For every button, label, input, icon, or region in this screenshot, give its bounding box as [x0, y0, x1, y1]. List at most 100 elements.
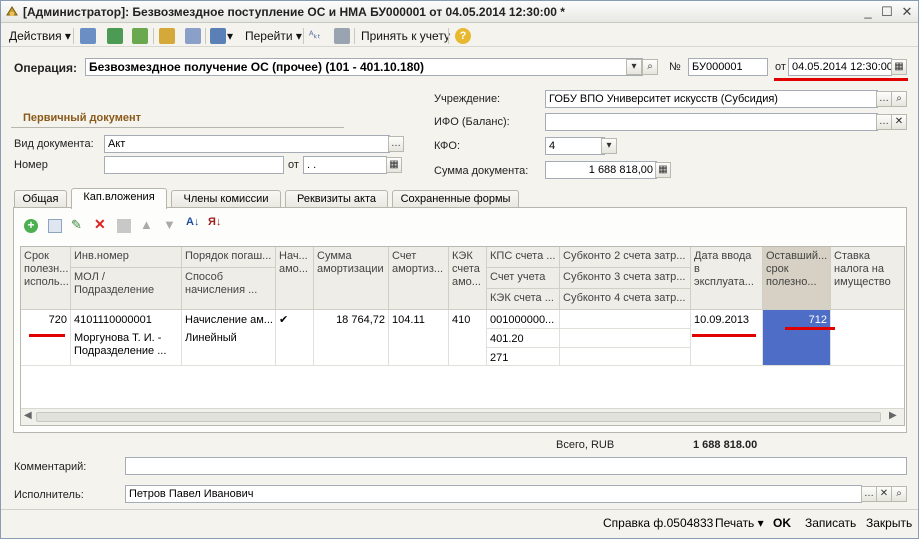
tab-saved-forms[interactable]: Сохраненные формы [392, 190, 519, 208]
col-amort-account[interactable]: Счет амортиз... [389, 247, 449, 310]
operation-dropdown-icon[interactable]: ▾ [626, 59, 642, 75]
tab-commission-members[interactable]: Члены комиссии [171, 190, 281, 208]
copy-row-icon[interactable] [48, 219, 62, 233]
scroll-left-icon[interactable]: ◀ [24, 410, 32, 421]
cell-accrue-checkmark[interactable]: ✔ [276, 310, 314, 366]
institution-select-icon[interactable]: … [876, 91, 892, 107]
doc-type-select-icon[interactable]: … [388, 136, 404, 152]
sort-desc-icon[interactable]: Я↓ [208, 216, 221, 228]
horizontal-scrollbar[interactable]: ◀ ▶ [21, 408, 904, 425]
cell-kek[interactable]: 271 [487, 348, 560, 366]
scroll-right-icon[interactable]: ▶ [889, 410, 897, 421]
refresh-icon[interactable] [107, 28, 123, 44]
actions-menu[interactable]: Действия ▾ [9, 27, 71, 45]
doc-date-field[interactable]: . . [303, 156, 387, 174]
sort-asc-icon[interactable]: A↓ [186, 216, 199, 228]
number-field[interactable]: БУ000001 [688, 58, 768, 76]
cell-amort-account[interactable]: 104.11 [389, 310, 449, 366]
cell-subconto-2[interactable] [560, 310, 691, 329]
ifo-clear-icon[interactable]: ✕ [891, 114, 907, 130]
executor-clear-icon[interactable]: ✕ [876, 486, 892, 502]
col-kps[interactable]: КПС счета ... [487, 247, 560, 268]
institution-field[interactable]: ГОБУ ВПО Университет искусств (Субсидия) [545, 90, 878, 108]
ifo-select-icon[interactable]: … [876, 114, 892, 130]
help-icon[interactable]: ? [455, 28, 471, 44]
cell-useful-life[interactable]: 720 [21, 310, 71, 366]
calendar-icon[interactable]: ▦ [891, 59, 907, 75]
post-icon[interactable] [159, 28, 175, 44]
cell-commission-date[interactable]: 10.09.2013 [691, 310, 763, 366]
cell-remaining-life[interactable]: 712 [763, 310, 831, 366]
help-form-button[interactable]: Справка ф.0504833 [603, 513, 713, 533]
cell-kps[interactable]: 001000000... [487, 310, 560, 329]
institution-search-icon[interactable]: ⌕ [891, 91, 907, 107]
executor-search-icon[interactable]: ⌕ [891, 486, 907, 502]
col-order[interactable]: Порядок погаш... [182, 247, 276, 268]
print-button[interactable]: Печать ▾ [715, 513, 764, 533]
goto-menu[interactable]: Перейти ▾ [245, 27, 302, 45]
accept-button[interactable]: Принять к учету [361, 27, 450, 45]
col-mol[interactable]: МОЛ / Подразделение [71, 268, 182, 310]
executor-field[interactable]: Петров Павел Иванович [125, 485, 862, 503]
minimize-button[interactable]: _ [859, 4, 877, 20]
report-icon[interactable] [334, 28, 350, 44]
col-remaining-life[interactable]: Оставший... срок полезно... [763, 247, 831, 310]
ifo-field[interactable] [545, 113, 878, 131]
doc-calendar-icon[interactable]: ▦ [386, 157, 402, 173]
col-kek[interactable]: КЭК счета ... [487, 289, 560, 310]
cell-subconto-3[interactable] [560, 329, 691, 348]
comment-label: Комментарий: [14, 461, 87, 473]
kfo-field[interactable]: 4 [545, 137, 605, 155]
save-button[interactable]: Записать [805, 513, 856, 533]
operation-field[interactable]: Безвозмездное получение ОС (прочее) (101… [85, 58, 643, 76]
executor-select-icon[interactable]: … [861, 486, 877, 502]
col-method[interactable]: Способ начисления ... [182, 268, 276, 310]
cell-property-tax[interactable] [831, 310, 904, 366]
delete-row-icon[interactable]: ✕ [94, 216, 106, 233]
col-property-tax[interactable]: Ставка налога на имущество [831, 247, 904, 310]
date-field[interactable]: 04.05.2014 12:30:00 [788, 58, 892, 76]
close-button[interactable]: Закрыть [866, 513, 912, 533]
col-subconto-3[interactable]: Субконто 3 счета затр... [560, 268, 691, 289]
cell-subconto-4[interactable] [560, 348, 691, 366]
cell-inv-number[interactable]: 4101110000001 [71, 310, 182, 330]
col-subconto-4[interactable]: Субконто 4 счета затр... [560, 289, 691, 310]
ok-button[interactable]: OK [773, 513, 791, 533]
col-inv-number[interactable]: Инв.номер [71, 247, 182, 268]
tab-act-details[interactable]: Реквизиты акта [285, 190, 388, 208]
based-on-dropdown[interactable]: ▾ [227, 27, 233, 45]
structure-icon[interactable] [185, 28, 201, 44]
based-on-icon[interactable] [210, 28, 226, 44]
col-account[interactable]: Счет учета ... [487, 268, 560, 289]
col-subconto-2[interactable]: Субконто 2 счета затр... [560, 247, 691, 268]
col-useful-life[interactable]: Срок полезн... исполь... [21, 247, 71, 310]
doc-type-field[interactable]: Акт [104, 135, 390, 153]
copy-icon[interactable] [132, 28, 148, 44]
add-row-icon[interactable]: + [24, 219, 38, 233]
edit-row-icon[interactable]: ✎ [71, 217, 82, 233]
cell-account[interactable]: 401.20 [487, 329, 560, 348]
col-amort-sum[interactable]: Сумма амортизации [314, 247, 389, 310]
scroll-thumb[interactable] [36, 412, 881, 422]
cell-method[interactable]: Линейный [182, 330, 276, 366]
go-up-icon[interactable] [80, 28, 96, 44]
tab-capital-investments[interactable]: Кап.вложения [71, 188, 167, 209]
kfo-dropdown-icon[interactable]: ▾ [601, 138, 617, 154]
cell-mol[interactable]: Моргунова Т. И. - Подразделение ... [71, 330, 182, 366]
cell-amort-sum[interactable]: 18 764,72 [314, 310, 389, 366]
maximize-button[interactable]: ☐ [878, 4, 896, 20]
cell-kek-amort[interactable]: 410 [449, 310, 487, 366]
kt-dt-icon[interactable]: ᴬₖₜ [309, 27, 321, 45]
sum-field[interactable]: 1 688 818,00 [545, 161, 657, 179]
calculator-icon[interactable]: ▦ [655, 162, 671, 178]
doc-number-field[interactable] [104, 156, 284, 174]
tab-general[interactable]: Общая [14, 190, 67, 208]
comment-field[interactable] [125, 457, 907, 475]
cell-order[interactable]: Начисление ам... [182, 310, 276, 330]
operation-search-icon[interactable]: ⌕ [642, 59, 658, 75]
col-kek-amort[interactable]: КЭК счета амо... [449, 247, 487, 310]
col-commission-date[interactable]: Дата ввода в эксплуата... [691, 247, 763, 310]
close-window-button[interactable]: ✕ [898, 4, 916, 20]
institution-label: Учреждение: [434, 93, 501, 105]
col-accrue[interactable]: Нач... амо... [276, 247, 314, 310]
